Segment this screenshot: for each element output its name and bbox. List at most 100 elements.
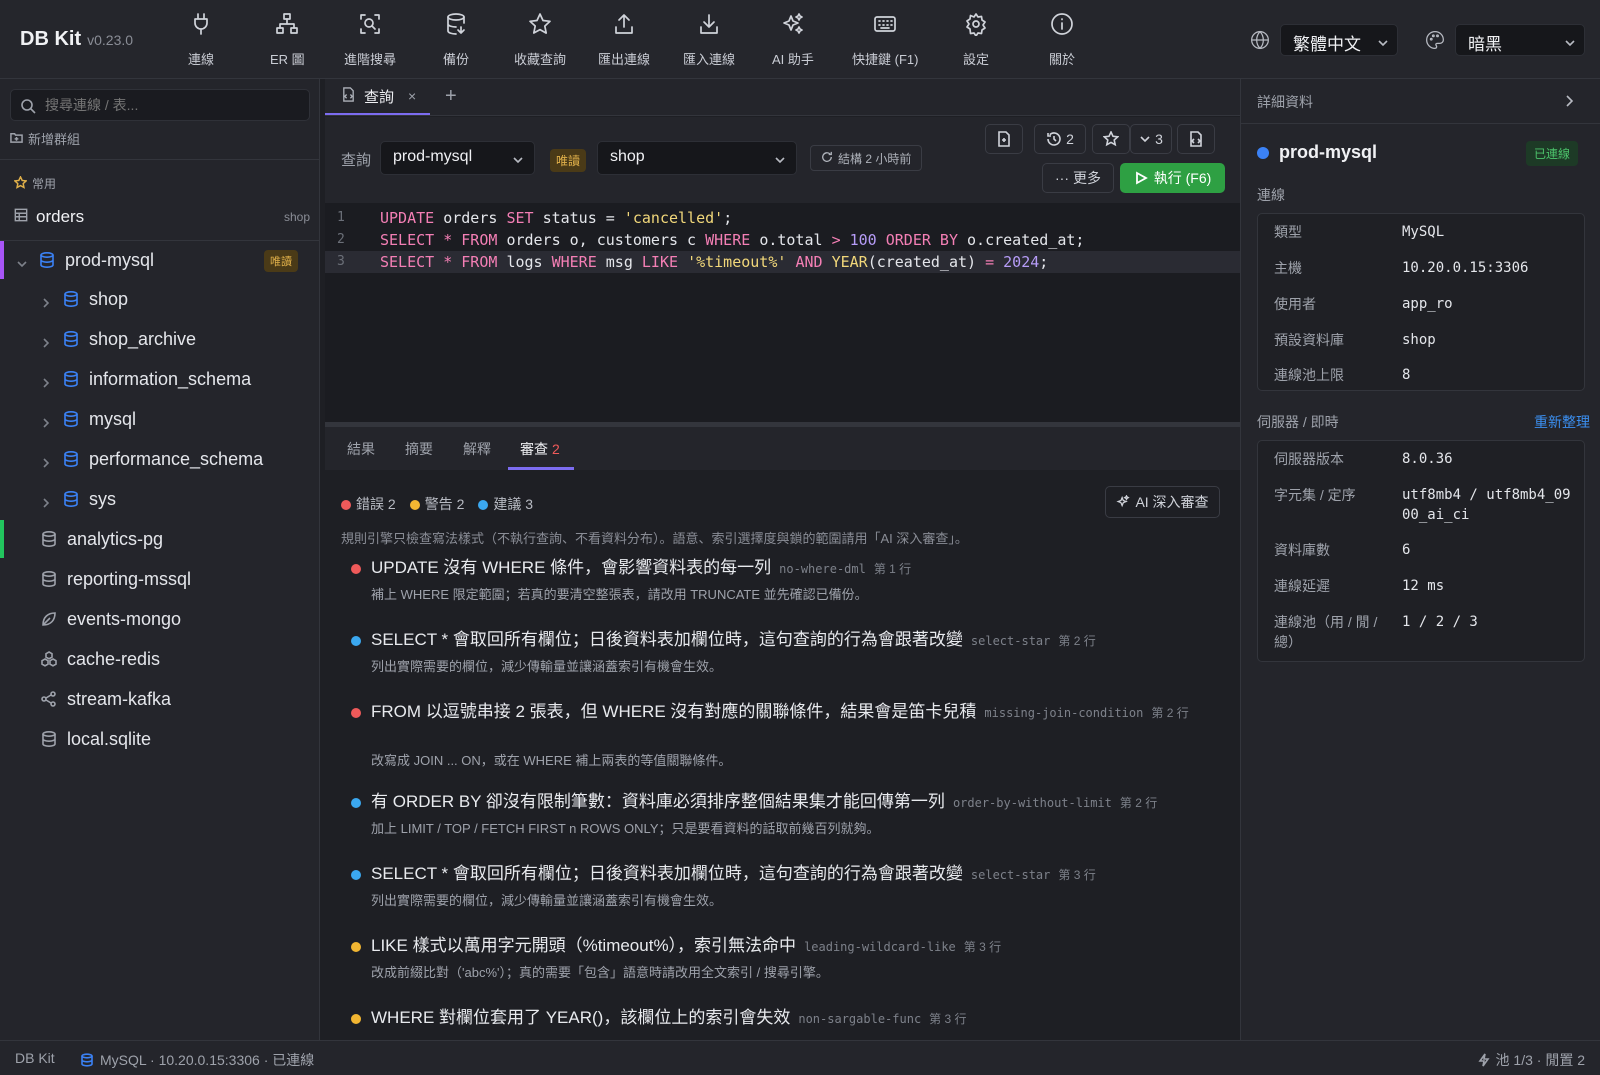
toolbar-advanced-search-button[interactable]: 進階搜尋 xyxy=(344,12,396,68)
sidebar-item-performance-schema[interactable]: performance_schema xyxy=(0,440,320,478)
sql-editor[interactable]: 1 UPDATE orders SET status = 'cancelled'… xyxy=(325,203,1240,422)
sidebar-item-stream-kafka[interactable]: stream-kafka xyxy=(0,680,320,718)
run-button[interactable]: 執行 (F6) xyxy=(1120,163,1225,193)
database-icon xyxy=(62,490,80,508)
readonly-badge: 唯讀 xyxy=(264,250,298,272)
toolbar-backup-label: 備份 xyxy=(443,52,470,67)
status-bar: DB Kit MySQL · 10.20.0.15:3306 · 已連線 池 1… xyxy=(0,1040,1600,1075)
tab-query[interactable]: 查詢 × xyxy=(325,79,430,115)
database-icon xyxy=(40,570,58,588)
more-label: 更多 xyxy=(1073,170,1101,186)
info-dot xyxy=(351,798,361,808)
code-text: SELECT * FROM logs WHERE msg LIKE '%time… xyxy=(380,253,1049,271)
connection-select[interactable]: prod-mysql xyxy=(380,141,535,175)
tab-results[interactable]: 結果 xyxy=(347,439,375,459)
er-diagram-icon xyxy=(276,13,299,34)
schema-refresh-button[interactable]: 結構 2 小時前 xyxy=(810,145,923,171)
code-line[interactable]: 1 UPDATE orders SET status = 'cancelled'… xyxy=(325,207,1240,229)
tab-review[interactable]: 審查 2 xyxy=(520,439,560,459)
language-value: 繁體中文 xyxy=(1293,35,1361,54)
toolbar-connect-button[interactable]: 連線 xyxy=(188,12,214,68)
sql-file-button[interactable] xyxy=(1177,124,1215,154)
sidebar-item-shop[interactable]: shop xyxy=(0,280,320,318)
run-label: 執行 (F6) xyxy=(1153,170,1212,186)
format-button[interactable] xyxy=(985,124,1023,154)
rule-engine-note: 規則引擎只檢查寫法樣式（不執行查詢、不看資料分布）。語意、索引選擇度與鎖的範圍請… xyxy=(341,531,968,546)
suggestion-count[interactable]: 建議 3 xyxy=(478,494,533,514)
ai-deep-review-button[interactable]: AI 深入審查 xyxy=(1105,486,1220,518)
database-icon xyxy=(62,450,80,468)
sidebar-item-local-sqlite[interactable]: local.sqlite xyxy=(0,720,320,758)
refresh-link[interactable]: 重新整理 xyxy=(1534,412,1590,432)
toolbar-er-button[interactable]: ER 圖 xyxy=(270,12,305,68)
connection-dot xyxy=(1257,146,1269,159)
review-counts: 錯誤 2 警告 2 建議 3 xyxy=(341,494,533,514)
connection-name: stream-kafka xyxy=(67,688,172,709)
toolbar-import-button[interactable]: 匯入連線 xyxy=(683,12,735,68)
connection-name: local.sqlite xyxy=(67,728,152,749)
language-select[interactable]: 繁體中文 xyxy=(1280,24,1398,56)
code-line[interactable]: 2 SELECT * FROM orders o, customers c WH… xyxy=(325,229,1240,251)
export-icon xyxy=(615,14,633,34)
sidebar-item-events-mongo[interactable]: events-mongo xyxy=(0,600,320,638)
chevron-right-icon[interactable] xyxy=(1562,94,1576,111)
schema-name: sys xyxy=(89,488,116,509)
issue-rule: leading-wildcard-like xyxy=(804,940,956,954)
folder-plus-icon xyxy=(10,131,23,147)
database-select[interactable]: shop xyxy=(597,141,797,175)
error-count[interactable]: 錯誤 2 xyxy=(341,494,396,514)
toolbar-er-label: ER 圖 xyxy=(270,52,305,67)
theme-select[interactable]: 暗黑 xyxy=(1455,24,1585,56)
connection-name: reporting-mssql xyxy=(67,568,192,589)
code-line-active[interactable]: 3 SELECT * FROM logs WHERE msg LIKE '%ti… xyxy=(325,251,1240,273)
sidebar-item-analytics-pg[interactable]: analytics-pg xyxy=(0,520,320,558)
app-name: DB Kit xyxy=(20,28,82,50)
toolbar-export-button[interactable]: 匯出連線 xyxy=(598,12,650,68)
schema-name: shop xyxy=(89,288,129,309)
issue-rule: order-by-without-limit xyxy=(952,796,1112,810)
table-icon xyxy=(14,207,28,227)
sidebar-item-information-schema[interactable]: information_schema xyxy=(0,360,320,398)
search-input[interactable] xyxy=(10,89,310,121)
search-icon xyxy=(20,98,36,114)
keyboard-icon xyxy=(874,16,897,32)
info-dot xyxy=(351,636,361,646)
code-text: UPDATE orders SET status = 'cancelled'; xyxy=(380,209,733,227)
favorite-button[interactable] xyxy=(1092,124,1130,154)
database-icon xyxy=(62,290,80,308)
toolbar-backup-button[interactable]: 備份 xyxy=(443,12,469,68)
issue-title: UPDATE 沒有 WHERE 條件，會影響資料表的每一列 no-where-dm… xyxy=(371,558,912,577)
tab-query-label: 查詢 xyxy=(364,88,395,106)
star-icon xyxy=(529,13,551,34)
sidebar-item-cache-redis[interactable]: cache-redis xyxy=(0,640,320,678)
sidebar-item-shop-archive[interactable]: shop_archive xyxy=(0,320,320,358)
schema-name: information_schema xyxy=(89,368,252,389)
warning-count[interactable]: 警告 2 xyxy=(409,494,464,514)
toolbar-saved-queries-button[interactable]: 收藏查詢 xyxy=(514,12,566,68)
sidebar-item-mysql[interactable]: mysql xyxy=(0,400,320,438)
issue-line: 第 1 行 xyxy=(873,562,912,576)
more-button[interactable]: ··· 更多 xyxy=(1042,163,1114,193)
favorite-item-orders[interactable]: orders shop xyxy=(14,203,310,231)
tab-explain[interactable]: 解釋 xyxy=(463,439,491,459)
issue-title: SELECT * 會取回所有欄位；日後資料表加欄位時，這句查詢的行為會跟著改變 s… xyxy=(371,864,1096,883)
favorite-item-db: shop xyxy=(283,210,310,224)
tab-summary[interactable]: 摘要 xyxy=(405,439,433,459)
chevron-down-icon xyxy=(16,254,28,268)
close-icon[interactable]: × xyxy=(408,88,416,104)
sidebar-item-reporting-mssql[interactable]: reporting-mssql xyxy=(0,560,320,598)
toolbar-about-button[interactable]: 關於 xyxy=(1049,12,1075,68)
line-number: 3 xyxy=(337,254,345,269)
sidebar-item-prod-mysql[interactable]: prod-mysql 唯讀 xyxy=(0,241,320,279)
refresh-icon xyxy=(821,151,833,166)
add-tab-button[interactable]: + xyxy=(445,85,457,108)
favorites-dropdown[interactable]: 3 xyxy=(1130,124,1172,154)
history-button[interactable]: 2 xyxy=(1034,124,1086,154)
toolbar-ai-assistant-button[interactable]: AI 助手 xyxy=(772,12,814,68)
toolbar-settings-button[interactable]: 設定 xyxy=(963,12,989,68)
new-group-button[interactable]: 新增群組 xyxy=(10,129,80,148)
connection-name: cache-redis xyxy=(67,648,161,669)
sidebar-item-sys[interactable]: sys xyxy=(0,480,320,518)
toolbar-shortcuts-button[interactable]: 快捷鍵 (F1) xyxy=(852,12,918,68)
chevron-down-icon xyxy=(774,153,786,171)
